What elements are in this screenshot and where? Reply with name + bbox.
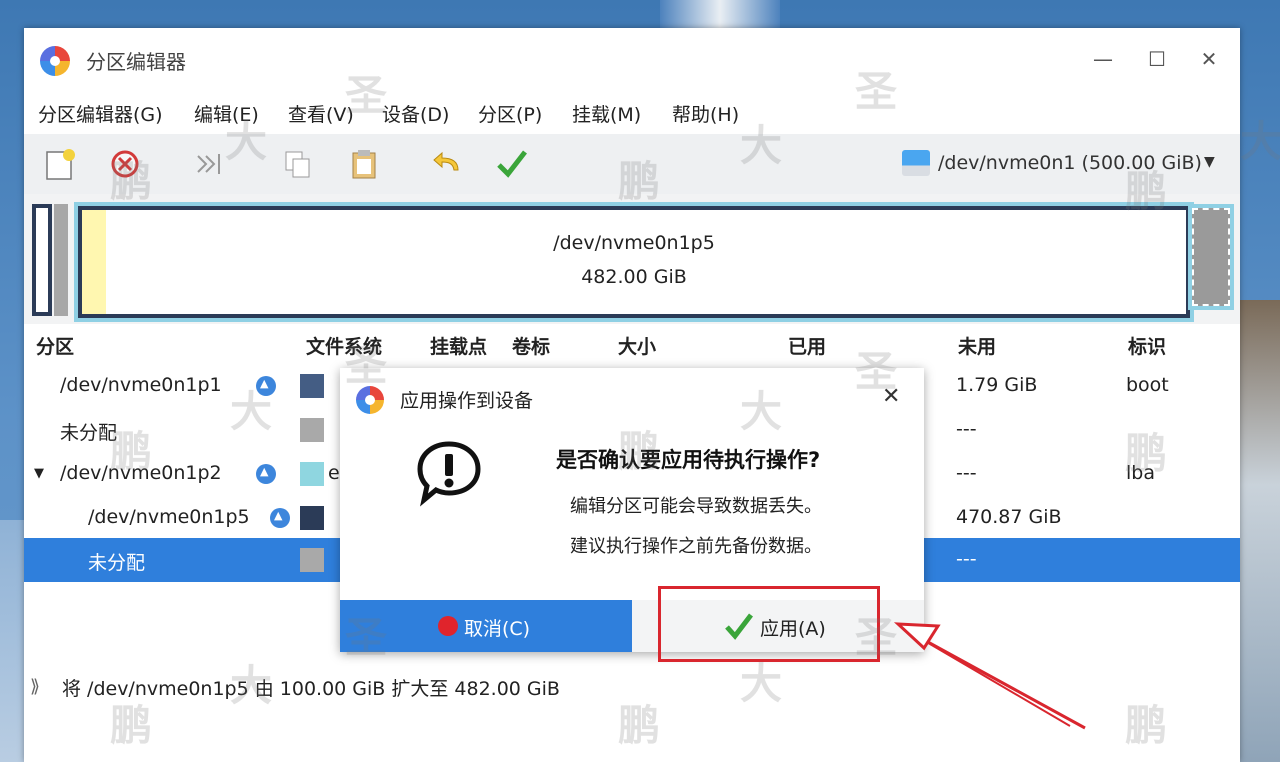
row-partition: /dev/nvme0n1p5 (88, 506, 250, 528)
dialog-close-icon[interactable]: ✕ (882, 384, 900, 409)
disk-icon (902, 150, 930, 176)
row-unused: 1.79 GiB (956, 374, 1038, 396)
annotation-arrow (893, 622, 1086, 730)
row-flags: boot (1126, 374, 1169, 396)
resize-move-icon[interactable] (192, 146, 228, 182)
menu-help[interactable]: 帮助(H) (672, 100, 739, 127)
title-bar: 分区编辑器 — ☐ ✕ (24, 28, 1240, 90)
background-mountain-peak (660, 0, 780, 28)
copy-icon[interactable] (280, 146, 316, 182)
col-flags[interactable]: 标识 (1128, 332, 1166, 359)
apply-icon[interactable] (494, 146, 530, 182)
dialog-heading: 是否确认要应用待执行操作? (556, 448, 821, 472)
partition-table-header: 分区 文件系统 挂载点 卷标 大小 已用 未用 标识 (24, 324, 1240, 364)
partition-block-p5[interactable]: /dev/nvme0n1p5 482.00 GiB (78, 206, 1190, 318)
lock-icon (270, 508, 290, 528)
filesystem-color-swatch (300, 506, 324, 530)
menu-edit[interactable]: 编辑(E) (194, 100, 259, 127)
dialog-app-icon (356, 386, 384, 414)
partition-map-size: 482.00 GiB (581, 266, 687, 288)
close-icon[interactable]: ✕ (1194, 44, 1224, 74)
partition-block-p1[interactable] (32, 204, 52, 316)
menu-partition[interactable]: 分区(P) (478, 100, 542, 127)
menu-device[interactable]: 设备(D) (382, 100, 449, 127)
col-size[interactable]: 大小 (618, 332, 656, 359)
row-flags: lba (1126, 462, 1155, 484)
row-unused: --- (956, 418, 977, 440)
row-partition: /dev/nvme0n1p2 (60, 462, 222, 484)
partition-block-unallocated-end[interactable] (1192, 208, 1230, 306)
dialog-title: 应用操作到设备 (400, 390, 534, 412)
col-partition[interactable]: 分区 (36, 332, 74, 359)
undo-icon[interactable] (430, 146, 466, 182)
row-unused: 470.87 GiB (956, 506, 1062, 528)
window-title: 分区编辑器 (86, 50, 186, 74)
menu-bar: 分区编辑器(G) 编辑(E) 查看(V) 设备(D) 分区(P) 挂载(M) 帮… (24, 90, 1240, 134)
maximize-icon[interactable]: ☐ (1142, 44, 1172, 74)
chevron-down-icon: ▼ (1204, 154, 1215, 170)
row-partition: 未分配 (60, 422, 118, 444)
cancel-icon (438, 616, 458, 636)
filesystem-color-swatch (300, 548, 324, 572)
new-icon[interactable] (42, 146, 78, 182)
filesystem-color-swatch (300, 374, 324, 398)
toolbar: /dev/nvme0n1 (500.00 GiB) ▼ (24, 134, 1240, 194)
filesystem-color-swatch (300, 462, 324, 486)
col-used[interactable]: 已用 (788, 332, 826, 359)
partition-used-bar (82, 210, 106, 314)
minimize-icon[interactable]: — (1088, 44, 1118, 74)
annotation-highlight-box (658, 586, 880, 662)
row-filesystem: e (328, 462, 340, 484)
watermark: 大 (1240, 117, 1280, 166)
device-label: /dev/nvme0n1 (500.00 GiB) (938, 152, 1202, 174)
cancel-label: 取消(C) (464, 618, 531, 640)
col-mountpoint[interactable]: 挂载点 (430, 332, 487, 359)
partition-graph: /dev/nvme0n1p5 482.00 GiB (24, 194, 1240, 324)
paste-icon[interactable] (346, 146, 382, 182)
partition-block-unallocated[interactable] (54, 204, 68, 316)
row-unused: --- (956, 548, 977, 570)
row-partition: 未分配 (88, 552, 146, 574)
dialog-message-line1: 编辑分区可能会导致数据丢失。 (570, 496, 822, 517)
row-unused: --- (956, 462, 977, 484)
device-selector[interactable]: /dev/nvme0n1 (500.00 GiB) ▼ (902, 146, 1222, 182)
row-partition: /dev/nvme0n1p1 (60, 374, 222, 396)
menu-gparted[interactable]: 分区编辑器(G) (38, 100, 163, 127)
menu-mount[interactable]: 挂载(M) (572, 100, 641, 127)
partition-map-name: /dev/nvme0n1p5 (553, 232, 715, 254)
warning-icon (417, 441, 481, 507)
menu-view[interactable]: 查看(V) (288, 100, 354, 127)
col-filesystem[interactable]: 文件系统 (306, 332, 382, 359)
lock-icon (256, 464, 276, 484)
expand-triangle-icon[interactable]: ▼ (34, 466, 44, 481)
cancel-button[interactable]: 取消(C) (340, 600, 632, 652)
resize-operation-icon: ⟫ (30, 676, 41, 697)
background-mountain-right (1238, 300, 1280, 762)
app-logo-icon (40, 46, 70, 76)
pending-operation-text: 将 /dev/nvme0n1p5 由 100.00 GiB 扩大至 482.00… (62, 678, 560, 700)
lock-icon (256, 376, 276, 396)
col-unused[interactable]: 未用 (958, 332, 996, 359)
dialog-message-line2: 建议执行操作之前先备份数据。 (570, 536, 822, 557)
col-label[interactable]: 卷标 (512, 332, 550, 359)
delete-icon[interactable] (108, 146, 144, 182)
filesystem-color-swatch (300, 418, 324, 442)
